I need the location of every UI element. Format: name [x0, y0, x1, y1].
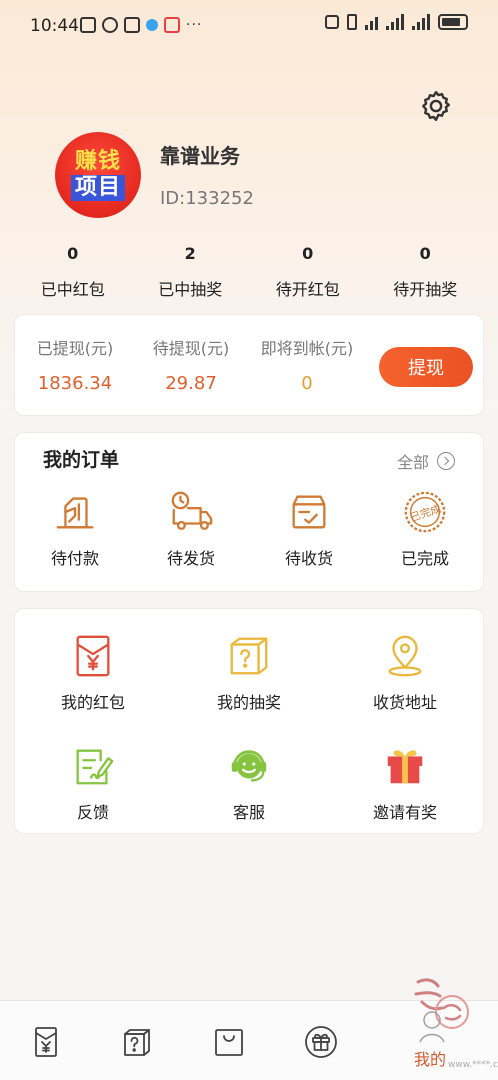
order-pending-shipment[interactable]: 待发货 — [141, 489, 241, 569]
red-envelope-tab-icon — [35, 1027, 57, 1057]
stamp-text: 已完成 — [408, 502, 443, 524]
user-id: ID:133252 — [160, 188, 254, 209]
withdrawn-label: 已提现(元) — [36, 339, 114, 358]
service-label: 我的抽奖 — [216, 693, 281, 712]
stat-label: 已中红包 — [40, 280, 105, 299]
stat-label: 已中抽奖 — [158, 280, 223, 299]
withdrawn-column: 已提现(元) 1836.34 — [29, 335, 121, 394]
service-feedback[interactable]: 反馈 — [23, 743, 163, 823]
order-pending-receipt[interactable]: 待收货 — [259, 489, 359, 569]
watermark-text: www.****.cn — [448, 1060, 498, 1070]
customer-service-icon — [231, 750, 267, 782]
stat-value: 0 — [67, 244, 79, 263]
incoming-value: 0 — [301, 373, 313, 394]
stat-value: 0 — [302, 244, 314, 263]
signal-icon — [386, 14, 404, 30]
tab-lottery[interactable] — [117, 1025, 157, 1061]
location-pin-icon — [388, 635, 422, 677]
app-notification-icon — [80, 17, 96, 33]
stat-label: 待开抽奖 — [393, 280, 458, 299]
tab-mine-label[interactable]: 我的 — [414, 1046, 446, 1070]
nfc-icon — [325, 15, 339, 29]
stat-value: 0 — [419, 244, 431, 263]
withdrawn-value: 1836.34 — [37, 373, 113, 394]
order-completed[interactable]: 已完成 已完成 — [375, 489, 475, 569]
feedback-icon — [76, 749, 114, 785]
stat-won-lotteries[interactable]: 2 已中抽奖 — [132, 240, 250, 304]
wallet-card: 已提现(元) 1836.34 待提现(元) 29.87 即将到帐(元) 0 提现 — [14, 314, 484, 416]
service-label: 邀请有奖 — [372, 803, 437, 822]
mystery-box-icon — [230, 637, 268, 675]
package-box-icon — [292, 495, 326, 529]
wifi-icon — [365, 14, 378, 30]
stats-row: 0 已中红包 2 已中抽奖 0 待开红包 0 待开抽奖 — [14, 240, 484, 304]
payment-icon — [56, 497, 94, 529]
tab-red-packet[interactable] — [26, 1025, 66, 1061]
service-label: 反馈 — [76, 803, 109, 822]
stat-pending-red-packets[interactable]: 0 待开红包 — [249, 240, 367, 304]
withdraw-button[interactable]: 提现 — [379, 347, 473, 387]
service-my-lotteries[interactable]: 我的抽奖 — [179, 633, 319, 713]
service-shipping-address[interactable]: 收货地址 — [335, 633, 475, 713]
stat-pending-lotteries[interactable]: 0 待开抽奖 — [367, 240, 485, 304]
status-notification-icons: ··· — [80, 17, 202, 33]
qq-icon — [102, 17, 118, 33]
service-my-red-packets[interactable]: 我的红包 — [23, 633, 163, 713]
avatar-text-bottom: 项目 — [70, 175, 125, 201]
tab-gifts[interactable] — [301, 1025, 341, 1061]
more-notifications-icon: ··· — [186, 17, 203, 33]
signal-icon — [412, 14, 430, 30]
orders-card: 我的订单 全部 待付款 待发货 待收货 已完成 已完成 — [14, 432, 484, 592]
status-time: 10:44 — [30, 16, 79, 36]
service-label: 客服 — [232, 803, 265, 822]
avatar[interactable]: 赚钱 项目 — [55, 132, 141, 218]
watermark-logo — [414, 978, 469, 1043]
service-customer-service[interactable]: 客服 — [179, 743, 319, 823]
pending-column: 待提现(元) 29.87 — [145, 335, 237, 394]
completed-stamp-icon: 已完成 — [404, 491, 446, 533]
gift-icon — [387, 750, 423, 784]
orders-title: 我的订单 — [43, 449, 120, 471]
incoming-label: 即将到帐(元) — [260, 339, 354, 358]
order-label: 待收货 — [284, 549, 333, 568]
orders-all-label: 全部 — [397, 453, 430, 472]
red-envelope-icon — [76, 635, 110, 677]
app-notification-icon — [124, 17, 140, 33]
service-label: 收货地址 — [372, 693, 437, 712]
avatar-text-top: 赚钱 — [74, 149, 121, 174]
gear-icon[interactable] — [418, 88, 454, 124]
order-pending-payment[interactable]: 待付款 — [25, 489, 125, 569]
stat-label: 待开红包 — [275, 280, 340, 299]
pending-label: 待提现(元) — [152, 339, 230, 358]
orders-view-all[interactable]: 全部 — [397, 449, 456, 473]
incoming-column: 即将到帐(元) 0 — [255, 335, 359, 394]
order-label: 已完成 — [400, 549, 449, 568]
app-notification-icon — [164, 17, 180, 33]
stat-value: 2 — [184, 244, 196, 263]
gift-tab-icon — [305, 1026, 337, 1058]
user-name: 靠谱业务 — [160, 144, 240, 168]
service-label: 我的红包 — [60, 693, 125, 712]
service-invite-rewards[interactable]: 邀请有奖 — [335, 743, 475, 823]
tab-shop[interactable] — [209, 1025, 249, 1061]
chevron-right-icon — [437, 452, 456, 470]
app-notification-icon — [146, 19, 158, 31]
pending-value: 29.87 — [165, 373, 217, 394]
delivery-truck-icon — [171, 491, 213, 530]
vibrate-icon — [347, 14, 357, 30]
status-bar: 10:44 ··· — [0, 0, 498, 56]
mystery-box-tab-icon — [124, 1029, 150, 1056]
services-card: 我的红包 我的抽奖 收货地址 反馈 客服 邀请有奖 — [14, 608, 484, 834]
status-system-icons — [325, 14, 468, 30]
order-label: 待付款 — [50, 549, 99, 568]
stat-won-red-packets[interactable]: 0 已中红包 — [14, 240, 132, 304]
order-label: 待发货 — [166, 549, 215, 568]
battery-icon — [438, 14, 468, 30]
shopping-bag-icon — [215, 1029, 243, 1056]
